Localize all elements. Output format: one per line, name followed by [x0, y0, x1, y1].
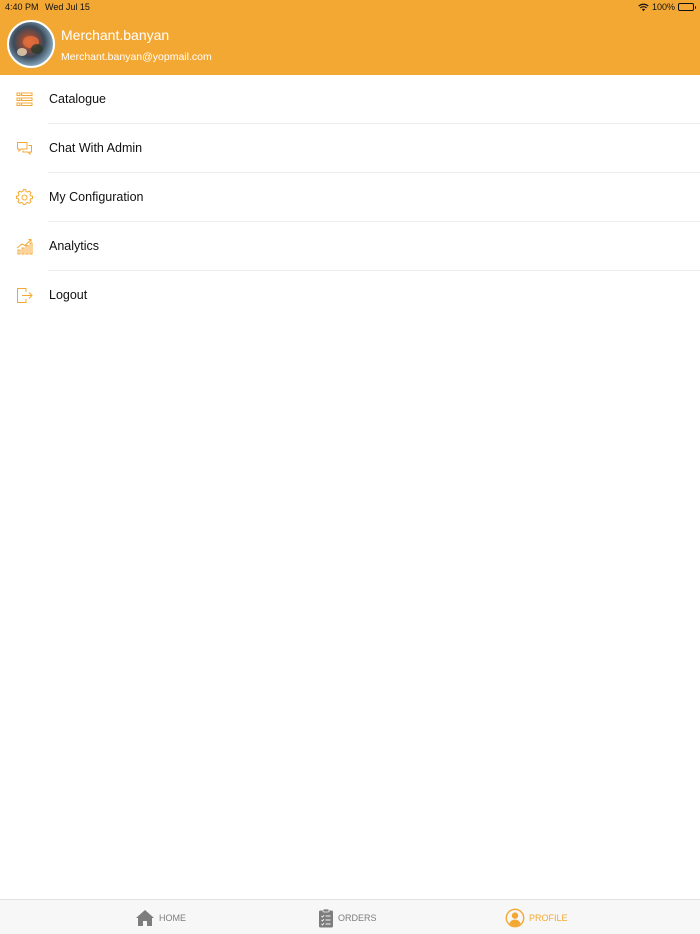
- chat-icon: [17, 142, 32, 156]
- menu-item-logout[interactable]: Logout: [0, 271, 700, 320]
- home-icon: [136, 910, 154, 926]
- tab-orders[interactable]: ORDERS: [318, 907, 377, 929]
- user-email: Merchant.banyan@yopmail.com: [61, 51, 212, 63]
- battery-percent: 100%: [651, 2, 675, 12]
- avatar[interactable]: [7, 20, 55, 68]
- status-indicators: 100%: [638, 0, 696, 14]
- menu-label-my-configuration: My Configuration: [49, 190, 144, 204]
- profile-header: 4:40 PM Wed Jul 15 100% Merchant.banyan …: [0, 0, 700, 75]
- battery-icon: [678, 3, 696, 11]
- tab-profile[interactable]: PROFILE: [505, 907, 568, 929]
- status-bar: 4:40 PM Wed Jul 15 100%: [0, 0, 700, 14]
- menu-label-logout: Logout: [49, 288, 88, 302]
- profile-icon: [505, 908, 525, 928]
- status-date: Wed Jul 15: [45, 2, 90, 12]
- menu-label-analytics: Analytics: [49, 239, 100, 253]
- tab-label-orders: ORDERS: [338, 913, 377, 923]
- tab-home[interactable]: HOME: [135, 907, 186, 929]
- tab-label-home: HOME: [159, 913, 186, 923]
- gear-icon: [16, 189, 33, 205]
- list-icon: [16, 92, 33, 106]
- menu-item-my-configuration[interactable]: My Configuration: [0, 173, 700, 222]
- analytics-icon: [16, 239, 33, 255]
- logout-icon: [17, 288, 33, 303]
- tab-label-profile: PROFILE: [529, 913, 568, 923]
- status-time: 4:40 PM: [5, 2, 39, 12]
- user-name: Merchant.banyan: [61, 27, 170, 43]
- menu-item-catalogue[interactable]: Catalogue: [0, 75, 700, 124]
- menu-item-chat-with-admin[interactable]: Chat With Admin: [0, 124, 700, 173]
- wifi-icon: [638, 3, 649, 11]
- menu-label-chat-with-admin: Chat With Admin: [49, 141, 143, 155]
- tab-bar: HOME ORDERS PROFILE: [0, 899, 700, 934]
- menu-item-analytics[interactable]: Analytics: [0, 222, 700, 271]
- profile-menu: Catalogue Chat With Admin My Configurati…: [0, 75, 700, 320]
- orders-icon: [319, 908, 333, 928]
- menu-label-catalogue: Catalogue: [49, 92, 106, 106]
